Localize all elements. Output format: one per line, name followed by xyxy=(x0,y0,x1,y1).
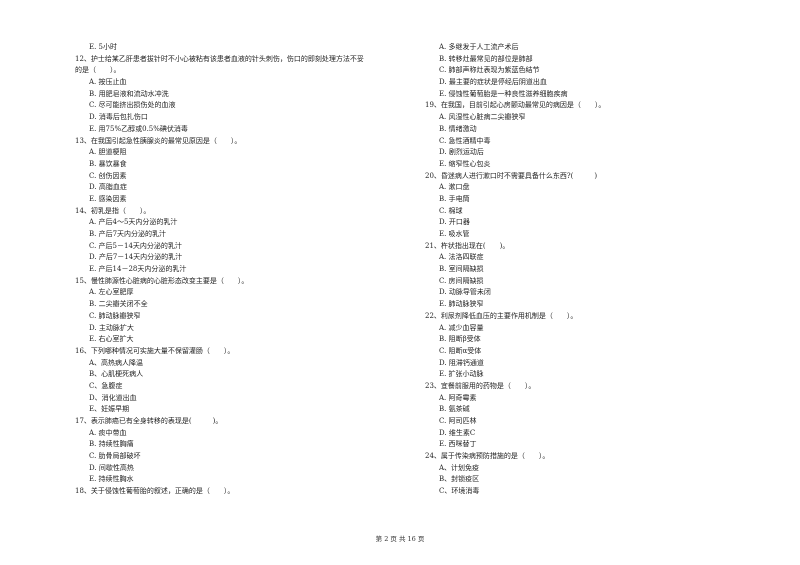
question-stem: 16、下列哪种情况可实施大量不保留灌肠（ ）。 xyxy=(75,346,235,355)
question-stem: 20、昏迷病人进行漱口时不需要具备什么东西?( ) xyxy=(425,171,598,180)
answer-option: A. 法洛四联症 xyxy=(439,253,484,262)
answer-option: D. 高脂血症 xyxy=(89,183,127,192)
answer-option: E. 右心室扩大 xyxy=(89,335,134,344)
answer-option: D. 主动脉扩大 xyxy=(89,323,134,332)
answer-option: D. 消毒后包扎伤口 xyxy=(89,113,148,122)
question-stem: 17、表示肺癌已有全身转移的表现是( )。 xyxy=(75,417,223,425)
question-stem: 22、利尿剂降低血压的主要作用机制是（ ）。 xyxy=(425,311,578,320)
answer-option: C. 棉球 xyxy=(439,206,463,215)
answer-option: A. 风湿性心脏病二尖瓣狭窄 xyxy=(439,113,526,122)
question-stem: 14、初乳是指（ ）。 xyxy=(75,206,151,215)
answer-option: E. 5小时 xyxy=(89,43,118,51)
answer-option: D、消化道出血 xyxy=(89,393,137,402)
answer-option: B. 二尖瓣关闭不全 xyxy=(89,300,148,309)
answer-option: D. 间歇性高热 xyxy=(89,463,134,472)
question-stem: 23、宜餐前服用的药物是（ ）。 xyxy=(425,381,536,390)
right-column: A. 多继发于人工流产术后 B. 转移灶最常见的部位是肺部 C. 肺部声称灶表现为紫… xyxy=(425,42,765,498)
answer-option: C. 房间隔缺损 xyxy=(439,276,484,285)
answer-option: B. 转移灶最常见的部位是肺部 xyxy=(439,54,533,63)
answer-option: A、计划免疫 xyxy=(439,463,480,472)
question-stem: 19、在我国，目前引起心房颤动最常见的病因是（ ）。 xyxy=(425,101,606,110)
answer-option: E. 感染因素 xyxy=(89,194,127,203)
answer-option: C、环境消毒 xyxy=(439,487,480,496)
answer-option: B. 阻断β受体 xyxy=(439,335,481,344)
answer-option: D. 最主要的症状是停经后阴道出血 xyxy=(439,78,547,87)
answer-option: E. 缩窄性心包炎 xyxy=(439,159,491,168)
answer-option: E. 产后14－28天内分泌的乳汁 xyxy=(89,265,187,274)
answer-option: A. 按压止血 xyxy=(89,78,127,87)
answer-option: C. 肺动脉瓣狭窄 xyxy=(89,311,141,320)
question-stem: 12、护士给某乙肝患者拔针时不小心被粘有该患者血液的针头刺伤，伤口的即刻处理方法… xyxy=(75,54,364,63)
answer-option: A. 左心室肥厚 xyxy=(89,288,134,297)
question-stem: 15、慢性肺源性心脏病的心脏形态改变主要是（ ）。 xyxy=(75,276,249,285)
answer-option: E. 侵蚀性葡萄胎是一种良性滋养细胞疾病 xyxy=(439,89,568,98)
answer-option: E. 西咪替丁 xyxy=(439,440,477,449)
question-stem: 21、杵状指出现在( )。 xyxy=(425,241,510,250)
answer-option: A. 减少血容量 xyxy=(439,323,484,332)
answer-option: C. 创伤因素 xyxy=(89,171,127,180)
answer-option: A. 多继发于人工流产术后 xyxy=(439,43,519,51)
question-stem: 18、关于侵蚀性葡萄胎的叙述，正确的是（ ）。 xyxy=(75,487,235,496)
answer-option: E、妊娠早期 xyxy=(89,405,130,414)
answer-option: B. 室间隔缺损 xyxy=(439,265,484,274)
answer-option: E. 肺动脉狭窄 xyxy=(439,300,484,309)
answer-option: D. 维生素C xyxy=(439,428,476,437)
page-footer: 第 2 页 共 16 页 xyxy=(375,535,425,543)
answer-option: C. 尽可能挤出损伤处的血液 xyxy=(89,101,176,110)
answer-option: B. 产后7天内分泌的乳汁 xyxy=(89,230,167,238)
answer-option: B、心肌梗死病人 xyxy=(89,370,144,379)
question-stem-continuation: 的是（ ）。 xyxy=(75,66,121,75)
answer-option: B、封锁疫区 xyxy=(439,475,480,484)
answer-option: A. 产后4～5天内分泌的乳汁 xyxy=(89,218,178,227)
answer-option: E. 吸水管 xyxy=(439,230,470,238)
answer-option: E. 用75%乙醇或0.5%碘伏消毒 xyxy=(89,124,188,133)
answer-option: D. 产后7－14天内分泌的乳汁 xyxy=(89,253,183,262)
answer-option: D. 阻滞钙通道 xyxy=(439,358,484,367)
answer-option: D. 动脉导管未闭 xyxy=(439,288,491,297)
answer-option: B. 持续性胸痛 xyxy=(89,440,134,449)
answer-option: D. 开口器 xyxy=(439,218,470,227)
answer-option: C、急腹症 xyxy=(89,381,123,390)
answer-option: B. 手电筒 xyxy=(439,194,470,203)
answer-option: A. 阿奇霉素 xyxy=(439,393,477,402)
answer-option: E. 持续性胸水 xyxy=(89,475,134,484)
answer-option: E. 扩张小动脉 xyxy=(439,370,484,379)
answer-option: B. 暴饮暴食 xyxy=(89,159,127,168)
answer-option: B. 氨茶碱 xyxy=(439,405,470,414)
answer-option: A. 胆道梗阻 xyxy=(89,148,127,157)
answer-option: A. 痰中带血 xyxy=(89,428,127,437)
left-column: E. 5小时 12、护士给某乙肝患者拔针时不小心被粘有该患者血液的针头刺伤，伤口的… xyxy=(75,42,415,498)
answer-option: B. 用肥皂液和流动水冲洗 xyxy=(89,89,169,98)
question-stem: 13、在我国引起急性胰腺炎的最常见原因是（ ）。 xyxy=(75,136,242,145)
answer-option: A. 漱口盘 xyxy=(439,183,470,192)
question-stem: 24、属于传染病预防措施的是（ ）。 xyxy=(425,452,550,461)
answer-option: C. 肺部声称灶表现为紫蓝色结节 xyxy=(439,66,540,75)
answer-option: C. 阻断α受体 xyxy=(439,346,482,355)
answer-option: C. 急性酒精中毒 xyxy=(439,136,491,145)
answer-option: D. 剧烈运动后 xyxy=(439,148,484,157)
answer-option: C. 阿司匹林 xyxy=(439,417,477,425)
answer-option: C. 肋骨局部破坏 xyxy=(89,452,141,461)
answer-option: C. 产后5－14天内分泌的乳汁 xyxy=(89,241,182,250)
answer-option: B. 情绪激动 xyxy=(439,124,477,133)
answer-option: A、高热病人降温 xyxy=(89,358,144,367)
